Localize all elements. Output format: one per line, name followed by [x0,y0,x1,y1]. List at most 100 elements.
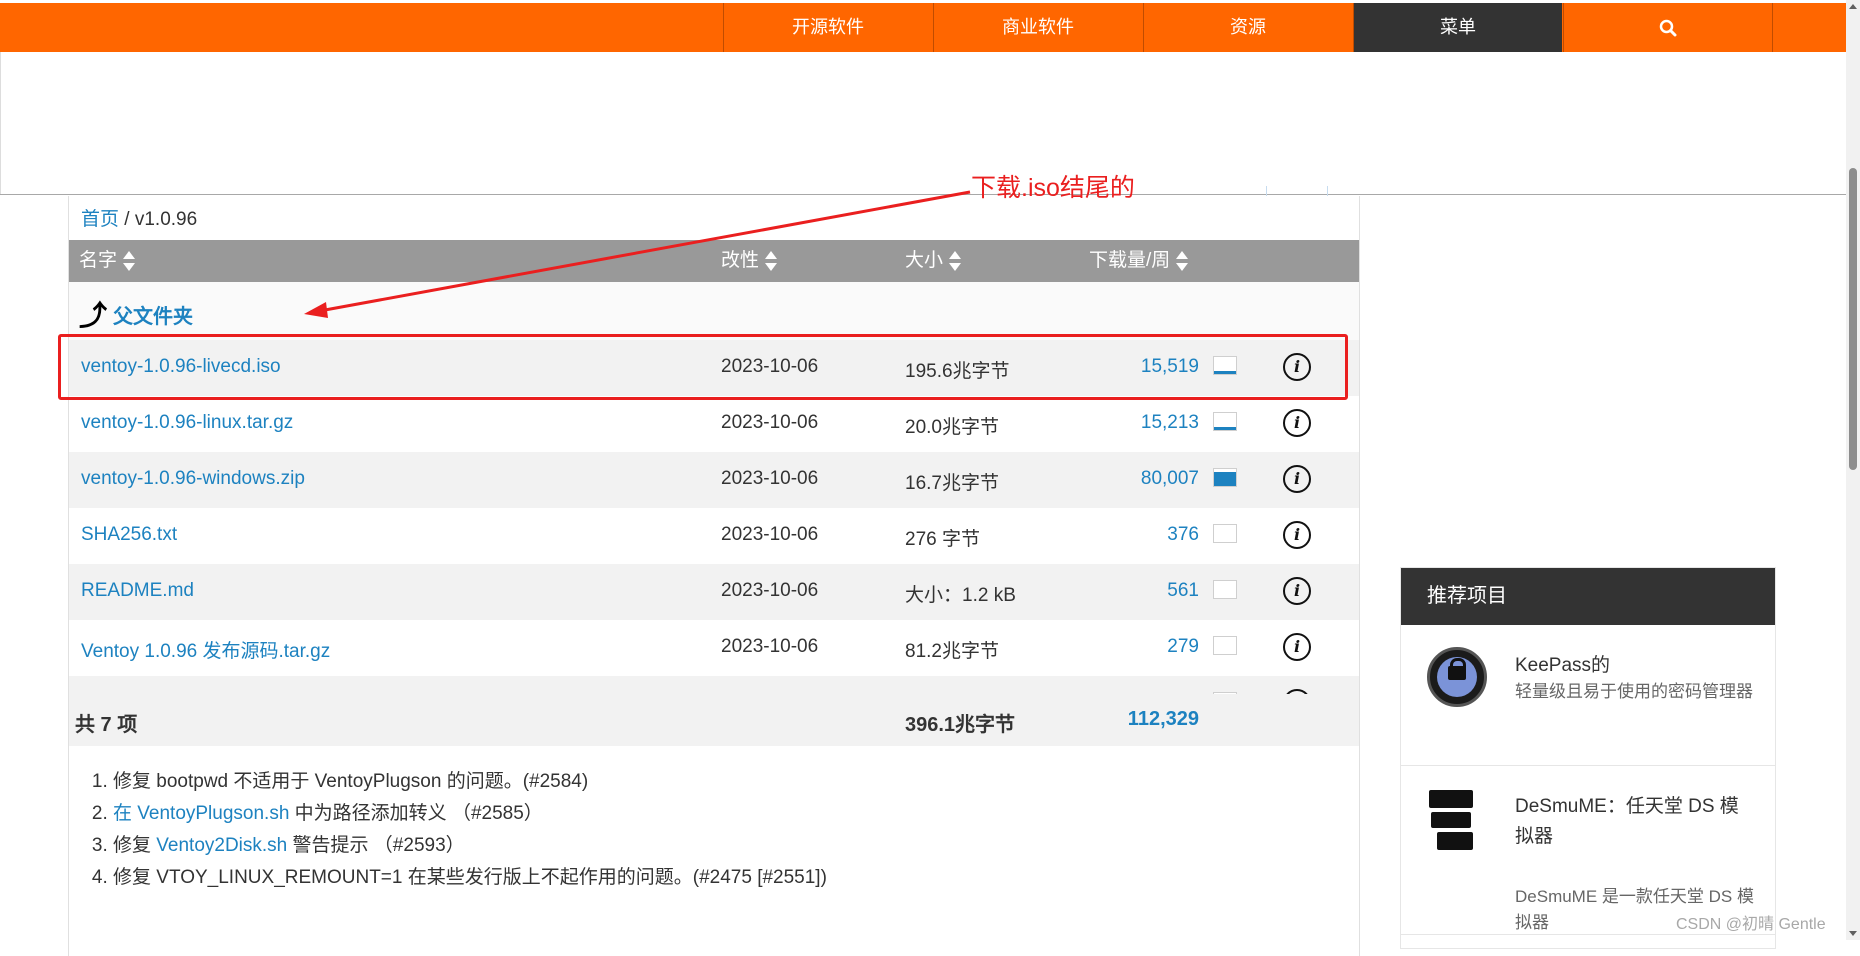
file-downloads-link[interactable]: 376 [1167,524,1199,546]
note-link[interactable]: Ventoy2Disk.sh [156,835,287,856]
col-size-header[interactable]: 大小 [905,240,962,282]
scrollbar-thumb[interactable] [1849,168,1857,470]
annotation-text: 下载.iso结尾的 [971,174,1135,202]
file-name-link[interactable]: ventoy-1.0.96-windows.zip [81,468,305,490]
parent-folder-row[interactable]: ⤴ 父文件夹 [69,282,1359,340]
file-size: 16.7兆字节 [905,473,999,494]
info-icon[interactable]: i [1283,521,1311,549]
note-link[interactable]: 在 VentoyPlugson.sh [113,803,289,824]
scroll-up-icon[interactable] [1849,4,1857,9]
note-text: 中为路径添加转义 （#2585） [289,803,543,824]
file-size: 276 字节 [905,529,980,550]
download-sparkline[interactable] [1213,524,1237,543]
sparkline-fill [1214,426,1236,430]
file-name-link[interactable]: README.md [81,580,194,602]
download-sparkline[interactable] [1213,412,1237,431]
col-modified-header[interactable]: 改性 [721,240,778,282]
file-date: 2023-10-06 [721,356,819,377]
note-text: 修复 VTOY_LINUX_REMOUNT=1 在某些发行版上不起作用的问题。(… [113,867,827,888]
file-date: 2023-10-06 [721,524,819,545]
table-header: 名字 改性 大小 下载量/周 [69,240,1359,282]
sort-icon [1176,250,1189,271]
file-name-link[interactable]: SHA256.txt [81,524,177,546]
info-icon[interactable]: i [1283,577,1311,605]
nav-menu[interactable]: 菜单 [1353,3,1562,52]
sort-icon [949,250,962,271]
note-text: 警告提示 （#2593） [287,835,465,856]
file-downloads-link[interactable]: 15,213 [1141,412,1199,434]
file-downloads-link[interactable]: 279 [1167,636,1199,658]
file-size: 大小：1.2 kB [905,585,1016,606]
nav-end-divider [1772,3,1773,52]
search-icon [1659,20,1677,37]
table-row: SHA256.txt 2023-10-06 276 字节 376 i [69,508,1359,564]
download-sparkline[interactable] [1213,636,1237,655]
info-icon[interactable]: i [1283,465,1311,493]
table-row: ventoy-1.0.96-windows.zip 2023-10-06 16.7兆… [69,452,1359,508]
file-name-link[interactable]: ventoy-1.0.96-livecd.iso [81,356,281,378]
file-size: 81.2兆字节 [905,641,999,662]
recommended-name[interactable]: DeSmuME：任天堂 DS 模拟器 [1515,792,1755,852]
search-button[interactable] [1563,3,1772,52]
release-notes-list: 修复 bootpwd 不适用于 VentoyPlugson 的问题。(#2584… [69,746,1359,894]
note-text: 修复 [113,835,157,856]
file-date: 2023-10-06 [721,412,819,433]
page-scrollbar[interactable] [1846,0,1860,940]
info-icon[interactable]: i [1283,353,1311,381]
sidebar-title: 推荐项目 [1401,568,1775,625]
info-icon[interactable]: i [1283,633,1311,661]
total-downloads: 112,329 [1127,708,1199,730]
parent-folder-link[interactable]: 父文件夹 [113,300,193,329]
col-downloads-label: 下载量/周 [1089,250,1171,271]
ad-area [0,52,1846,194]
file-name-link[interactable]: ventoy-1.0.96-linux.tar.gz [81,412,293,434]
file-downloads-link[interactable]: 15,519 [1141,356,1199,378]
top-nav: 开源软件 商业软件 资源 菜单 [0,0,1860,52]
download-sparkline[interactable] [1213,580,1237,599]
release-note-item: 修复 VTOY_LINUX_REMOUNT=1 在某些发行版上不起作用的问题。(… [113,862,1359,894]
file-downloads-link[interactable]: 80,007 [1141,468,1199,490]
table-row: ventoy-1.0.96-livecd.iso 2023-10-06 195.6兆… [69,340,1359,396]
desmume-logo-icon [1427,790,1477,852]
file-name-link[interactable]: Ventoy 1.0.96 发布源码.tar.gz [81,636,330,663]
sort-icon [765,250,778,271]
download-sparkline[interactable] [1213,468,1237,487]
col-size-label: 大小 [905,250,944,271]
files-panel: 首页 / v1.0.96 名字 改性 大小 下载量/周 ⤴ 父文件夹 vento… [68,196,1360,956]
breadcrumb-current: v1.0.96 [134,209,198,230]
nav-open-source[interactable]: 开源软件 [723,3,932,52]
info-icon[interactable]: i [1283,409,1311,437]
release-notes: 修复 bootpwd 不适用于 VentoyPlugson 的问题。(#2584… [69,746,1359,894]
col-downloads-header[interactable]: 下载量/周 [1089,240,1189,282]
file-date: 2023-10-06 [721,580,819,601]
sort-icon [123,250,136,271]
sparkline-fill [1214,370,1236,374]
table-row: Ventoy 1.0.96 发布源码.tar.gz 2023-10-06 81.2兆… [69,620,1359,676]
note-text: 修复 bootpwd 不适用于 VentoyPlugson 的问题。(#2584… [113,771,589,792]
download-sparkline[interactable] [1213,356,1237,375]
release-note-item: 在 VentoyPlugson.sh 中为路径添加转义 （#2585） [113,798,1359,830]
file-size: 20.0兆字节 [905,417,999,438]
total-label: 共 7 项 [75,714,138,736]
parent-arrow-icon: ⤴ [79,300,108,331]
file-size: 195.6兆字节 [905,361,1010,382]
file-date: 2023-10-06 [721,468,819,489]
total-row: 共 7 项 396.1兆字节 112,329 [69,694,1359,746]
recommended-item[interactable]: KeePass的 轻量级且易于使用的密码管理器 [1401,625,1775,766]
release-note-item: 修复 Ventoy2Disk.sh 警告提示 （#2593） [113,830,1359,862]
col-modified-label: 改性 [721,250,760,271]
nav-commercial[interactable]: 商业软件 [933,3,1142,52]
desmume-logo-block [1429,790,1473,808]
table-row: ventoy-1.0.96-linux.tar.gz 2023-10-06 20.0… [69,396,1359,452]
breadcrumb-home-link[interactable]: 首页 [81,209,119,230]
file-date: 2023-10-06 [721,636,819,657]
total-size: 396.1兆字节 [905,714,1016,736]
file-downloads-link[interactable]: 561 [1167,580,1199,602]
col-name-header[interactable]: 名字 [79,240,136,282]
recommended-desc: 轻量级且易于使用的密码管理器 [1515,682,1753,701]
sparkline-fill [1214,471,1236,486]
scroll-down-icon[interactable] [1849,931,1857,936]
nav-resources[interactable]: 资源 [1143,3,1352,52]
keepass-lock-body [1448,666,1466,680]
recommended-name[interactable]: KeePass的 [1515,651,1755,681]
